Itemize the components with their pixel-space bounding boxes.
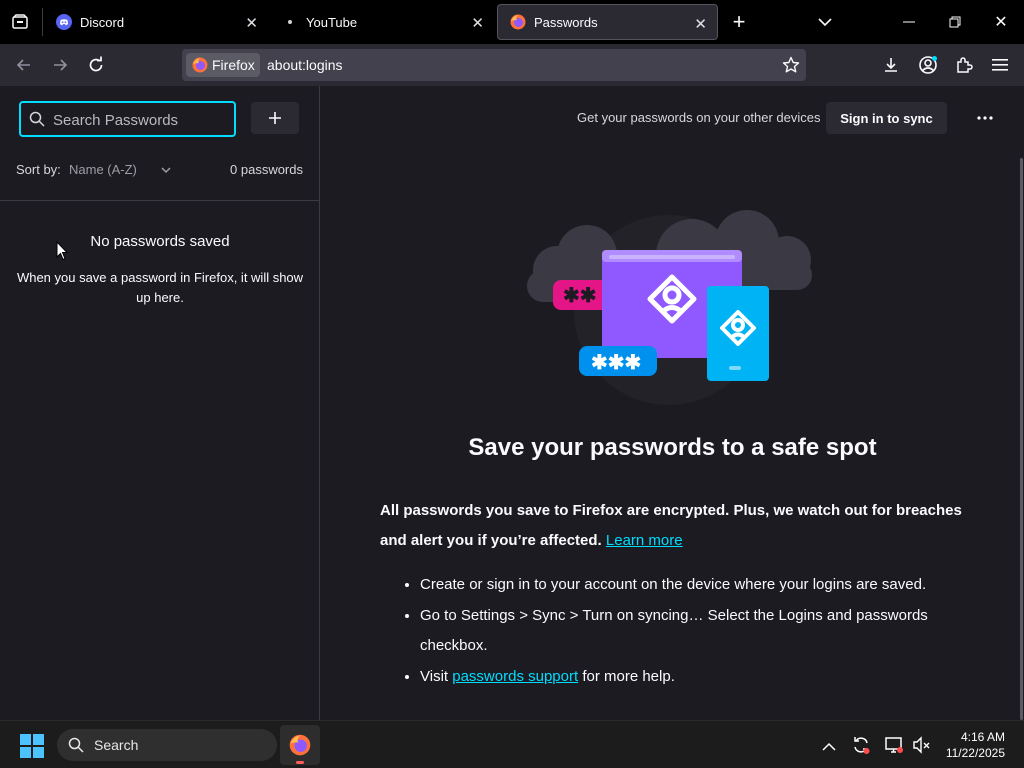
youtube-icon	[282, 14, 298, 30]
reload-icon[interactable]	[84, 53, 108, 77]
close-tab-icon[interactable]: ✕	[694, 15, 707, 33]
tab-passwords[interactable]: Passwords ✕	[497, 4, 718, 40]
taskbar-search-box[interactable]: Search	[57, 729, 277, 761]
display-tray-icon[interactable]	[884, 735, 904, 760]
system-clock[interactable]: 4:16 AM 11/22/2025	[946, 729, 1005, 761]
sync-prompt: Get your passwords on your other devices	[577, 110, 821, 125]
new-tab-button[interactable]: +	[716, 0, 762, 44]
sync-tray-icon[interactable]	[851, 735, 871, 760]
list-item: Create or sign in to your account on the…	[420, 570, 940, 600]
list-item: Go to Settings > Sync > Turn on syncing……	[420, 601, 940, 661]
password-count: 0 passwords	[230, 162, 303, 177]
svg-text:✱✱✱: ✱✱✱	[591, 352, 641, 374]
tab-strip: Discord ✕ YouTube ✕ Passwords ✕ + ✕	[0, 0, 1024, 44]
list-item: Visit passwords support for more help.	[420, 662, 940, 692]
active-app-indicator	[296, 761, 304, 764]
learn-more-link[interactable]: Learn more	[606, 532, 683, 549]
tab-list-chevron-icon[interactable]	[802, 0, 848, 44]
step3-suffix: for more help.	[582, 668, 675, 685]
sign-in-to-sync-button[interactable]: Sign in to sync	[826, 102, 947, 134]
firefox-icon	[192, 57, 208, 73]
identity-label: Firefox	[212, 57, 255, 73]
sort-value: Name (A-Z)	[69, 162, 137, 177]
tab-title: YouTube	[306, 14, 358, 30]
windows-taskbar: Search 4:16 AM 11/22/2025	[0, 720, 1024, 768]
add-login-button[interactable]	[251, 102, 299, 134]
windows-start-icon[interactable]	[20, 734, 44, 763]
address-bar[interactable]: Firefox about:logins	[182, 49, 806, 81]
url-text[interactable]: about:logins	[267, 57, 343, 73]
step3-prefix: Visit	[420, 668, 449, 685]
close-tab-icon[interactable]: ✕	[471, 14, 484, 32]
passwords-illustration: ✱✱ ✱✱✱	[517, 200, 827, 406]
more-options-icon[interactable]	[971, 102, 999, 134]
taskbar-firefox-button[interactable]	[280, 725, 320, 765]
close-tab-icon[interactable]: ✕	[245, 14, 258, 32]
menu-hamburger-icon[interactable]	[988, 53, 1012, 77]
chevron-down-icon	[160, 162, 171, 177]
passwords-support-link[interactable]: passwords support	[452, 668, 578, 685]
intro-headline: Save your passwords to a safe spot	[468, 434, 877, 461]
intro-paragraph: All passwords you save to Firefox are en…	[380, 496, 980, 556]
empty-state-title: No passwords saved	[90, 233, 230, 250]
firefox-icon	[289, 734, 311, 761]
firefox-view-icon[interactable]	[8, 10, 32, 34]
downloads-icon[interactable]	[879, 53, 903, 77]
extensions-icon[interactable]	[952, 53, 976, 77]
sort-label: Sort by:	[16, 162, 61, 177]
clock-date: 11/22/2025	[945, 746, 1005, 760]
search-icon	[29, 111, 45, 132]
tab-discord[interactable]: Discord ✕	[44, 4, 268, 40]
restore-button[interactable]	[932, 0, 978, 44]
tab-youtube[interactable]: YouTube ✕	[270, 4, 494, 40]
tab-title: Passwords	[534, 14, 598, 30]
chevron-up-icon[interactable]	[822, 739, 836, 757]
svg-text:✱✱: ✱✱	[563, 285, 597, 307]
sort-select[interactable]: Name (A-Z)	[69, 162, 171, 177]
search-icon	[68, 737, 84, 753]
taskbar-search-label: Search	[94, 737, 139, 753]
bookmark-star-icon[interactable]	[782, 56, 800, 79]
sync-steps-list: Create or sign in to your account on the…	[420, 570, 940, 693]
search-input[interactable]	[53, 110, 228, 130]
clock-time: 4:16 AM	[960, 730, 1005, 744]
forward-arrow-icon[interactable]	[48, 53, 72, 77]
mouse-cursor-icon	[56, 240, 69, 266]
tab-title: Discord	[80, 14, 125, 30]
logins-sidebar: Sort by: Name (A-Z) 0 passwords No passw…	[0, 86, 320, 720]
back-arrow-icon[interactable]	[12, 53, 36, 77]
search-passwords-box[interactable]	[19, 101, 236, 137]
identity-box[interactable]: Firefox	[186, 53, 260, 77]
close-window-button[interactable]: ✕	[978, 0, 1024, 44]
firefox-icon	[510, 14, 526, 30]
discord-icon	[56, 14, 72, 30]
volume-muted-icon[interactable]	[911, 735, 931, 760]
minimize-button[interactable]	[886, 0, 932, 44]
sidebar-divider	[0, 200, 320, 201]
tab-separator	[42, 8, 43, 36]
account-icon[interactable]	[916, 53, 940, 77]
empty-state-description: When you save a password in Firefox, it …	[16, 270, 304, 305]
login-intro-panel: Get your passwords on your other devices…	[321, 86, 1024, 720]
